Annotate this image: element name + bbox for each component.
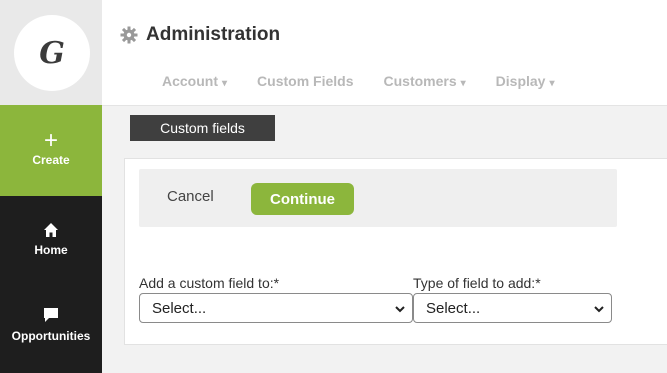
add-to-select-value: Select... bbox=[152, 299, 207, 317]
page-title: Administration bbox=[120, 24, 280, 46]
page-header: Administration Account ▾ Custom Fields Cu… bbox=[102, 0, 667, 106]
sidebar-item-label: Home bbox=[34, 243, 68, 257]
custom-field-form: Cancel Continue Add a custom field to:* … bbox=[124, 158, 667, 345]
logo-area: G bbox=[0, 0, 102, 105]
tab-account[interactable]: Account ▾ bbox=[162, 73, 227, 89]
tab-label: Custom Fields bbox=[257, 73, 354, 89]
chevron-down-icon bbox=[394, 302, 406, 319]
home-icon bbox=[0, 222, 102, 243]
logo-letter: G bbox=[39, 35, 65, 71]
cancel-button[interactable]: Cancel bbox=[167, 188, 214, 205]
continue-button[interactable]: Continue bbox=[251, 183, 354, 215]
add-to-label: Add a custom field to:* bbox=[139, 275, 280, 291]
caret-down-icon: ▾ bbox=[549, 78, 555, 89]
tab-customers[interactable]: Customers ▾ bbox=[384, 73, 466, 89]
sidebar-item-label: Opportunities bbox=[11, 329, 91, 343]
sidebar-item-create[interactable]: + Create bbox=[0, 105, 102, 196]
form-actions: Cancel Continue bbox=[139, 169, 617, 227]
sidebar-item-opportunities[interactable]: Opportunities bbox=[0, 306, 102, 343]
caret-down-icon: ▾ bbox=[222, 78, 228, 89]
tab-label: Account bbox=[162, 73, 218, 89]
gear-icon bbox=[120, 26, 138, 44]
sidebar-item-home[interactable]: Home bbox=[0, 222, 102, 257]
field-type-label: Type of field to add:* bbox=[413, 275, 541, 291]
page-title-text: Administration bbox=[146, 24, 281, 45]
field-type-select[interactable]: Select... bbox=[413, 293, 612, 323]
tab-label: Customers bbox=[383, 73, 457, 89]
add-to-select[interactable]: Select... bbox=[139, 293, 413, 323]
field-type-select-value: Select... bbox=[426, 299, 481, 317]
admin-tabs: Account ▾ Custom Fields Customers ▾ Displa… bbox=[162, 73, 585, 89]
chevron-down-icon bbox=[593, 302, 605, 319]
tab-display[interactable]: Display ▾ bbox=[496, 73, 555, 89]
logo[interactable]: G bbox=[14, 15, 90, 91]
caret-down-icon: ▾ bbox=[460, 78, 466, 89]
tab-custom-fields[interactable]: Custom Fields bbox=[257, 73, 353, 89]
sidebar: G + Create Home Opportunities bbox=[0, 0, 102, 373]
tab-label: Display bbox=[495, 73, 546, 89]
sidebar-item-label: Create bbox=[32, 153, 70, 167]
chat-bubble-icon bbox=[0, 306, 102, 329]
section-label: Custom fields bbox=[130, 115, 275, 141]
plus-icon: + bbox=[43, 127, 58, 154]
